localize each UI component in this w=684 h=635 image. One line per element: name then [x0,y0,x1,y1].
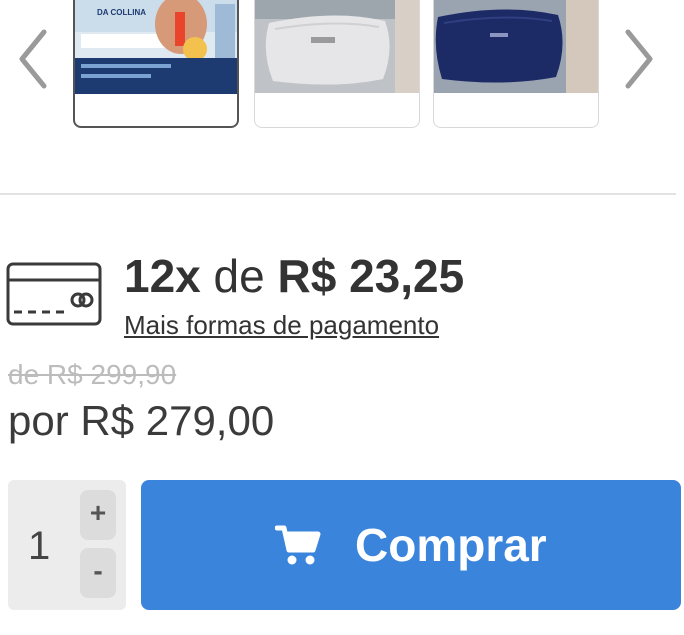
shopping-cart-icon [275,525,321,565]
increment-button[interactable]: + [80,490,116,540]
thumbnail-carousel: DA COLLINA [0,0,684,140]
product-image-thumbnail [434,0,598,93]
buy-button-label: Comprar [355,519,547,571]
product-image-thumbnail [255,0,419,93]
chevron-right-icon[interactable] [620,26,660,92]
installment-price: 12x de R$ 23,25 [124,249,464,303]
chevron-left-icon[interactable] [12,26,52,92]
brand-label: DA COLLINA [97,8,147,17]
installment-connector: de [213,250,265,302]
thumbnail-2[interactable] [254,0,420,128]
section-divider [0,193,676,195]
more-payment-options-link[interactable]: Mais formas de pagamento [124,309,439,341]
installment-count: 12x [124,250,201,302]
thumbnail-1[interactable]: DA COLLINA [73,0,239,128]
buy-button[interactable]: Comprar [141,480,681,610]
installment-value: R$ 23,25 [277,250,465,302]
original-price: de R$ 299,90 [8,359,177,390]
decrement-button[interactable]: - [80,548,116,598]
thumbnail-3[interactable] [433,0,599,128]
quantity-stepper: 1 + - [8,480,126,610]
credit-card-icon [6,262,102,326]
quantity-value[interactable]: 1 [28,526,50,566]
sale-price: por R$ 279,00 [8,397,275,444]
